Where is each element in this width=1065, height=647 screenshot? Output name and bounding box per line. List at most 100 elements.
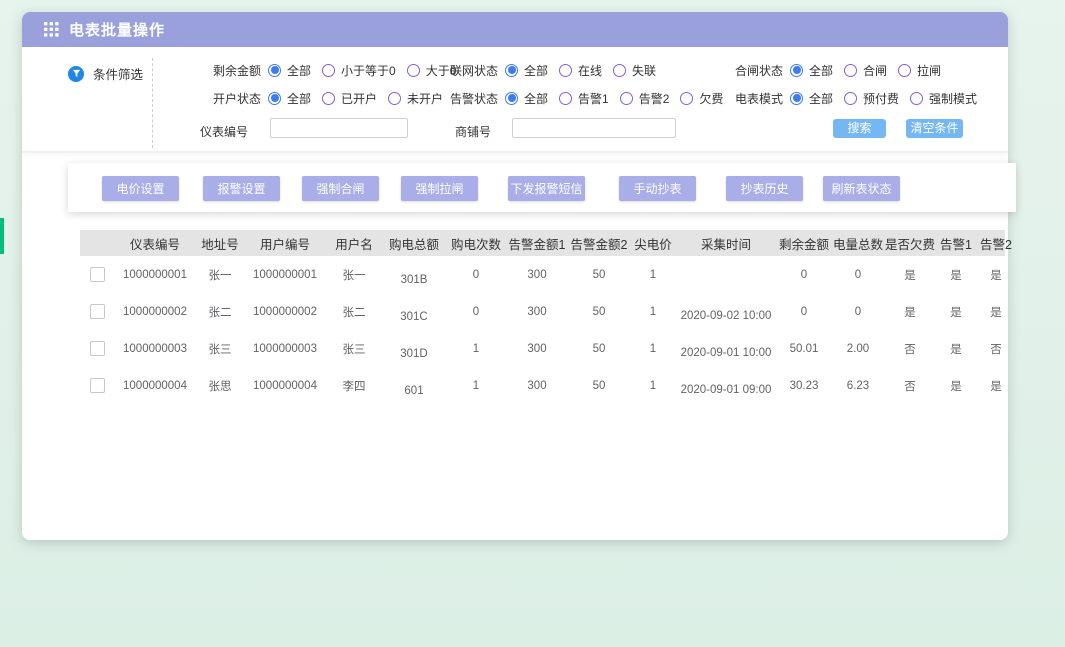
radio-option-3-2[interactable]: 告警2	[620, 90, 670, 107]
radio-icon[interactable]	[910, 92, 923, 105]
table-cell: 是	[976, 378, 1016, 394]
radio-option-5-0[interactable]: 全部	[790, 90, 833, 107]
radio-option-5-1[interactable]: 预付费	[844, 90, 899, 107]
radio-option-4-1[interactable]: 合闸	[844, 62, 887, 79]
action-button-meter-reading-history[interactable]: 抄表历史	[726, 176, 803, 201]
column-header: 采集时间	[676, 234, 776, 253]
radio-option-2-2[interactable]: 失联	[613, 62, 656, 79]
row-checkbox[interactable]	[90, 378, 105, 393]
filter-column-0: 剩余金额全部小于等于0大于0开户状态全部已开户未开户	[213, 56, 450, 112]
radio-option-label: 强制模式	[929, 90, 977, 107]
action-button-force-close-switch[interactable]: 强制合闸	[302, 176, 379, 201]
column-header: 告警金额1	[506, 234, 568, 253]
action-button-force-open-switch[interactable]: 强制拉闸	[401, 176, 478, 201]
table-cell: 张一	[326, 267, 382, 283]
filter-icon	[68, 66, 84, 82]
filter-group-5: 电表模式全部预付费强制模式	[735, 84, 988, 112]
row-checkbox-cell	[80, 267, 114, 282]
radio-option-0-1[interactable]: 小于等于0	[322, 62, 396, 79]
filter-section-header: 条件筛选	[68, 64, 143, 83]
radio-icon[interactable]	[680, 92, 693, 105]
action-button-send-alarm-sms[interactable]: 下发报警短信	[508, 176, 585, 201]
action-button-alarm-settings[interactable]: 报警设置	[203, 176, 280, 201]
radio-icon[interactable]	[844, 64, 857, 77]
column-header: 电量总数	[832, 234, 884, 253]
table-cell: 1	[446, 380, 506, 392]
radio-option-3-3[interactable]: 欠费	[680, 90, 723, 107]
radio-icon[interactable]	[559, 64, 572, 77]
filter-group-label: 开户状态	[213, 90, 261, 107]
filter-group-2: 联网状态全部在线失联	[450, 56, 735, 84]
table-cell: 0	[446, 306, 506, 318]
radio-option-2-0[interactable]: 全部	[505, 62, 548, 79]
radio-selected-icon[interactable]	[268, 64, 281, 77]
radio-icon[interactable]	[407, 64, 420, 77]
table-cell: 是	[936, 341, 976, 357]
radio-selected-icon[interactable]	[790, 92, 803, 105]
radio-option-label: 失联	[632, 62, 656, 79]
grid-menu-icon[interactable]	[44, 22, 59, 37]
radio-option-label: 全部	[809, 90, 833, 107]
radio-option-label: 全部	[809, 62, 833, 79]
table-header-row: 仪表编号地址号用户编号用户名购电总额购电次数告警金额1告警金额2尖电价采集时间剩…	[80, 230, 1005, 256]
column-header: 用户名	[326, 234, 382, 253]
table-cell: 1000000001	[244, 269, 326, 281]
radio-icon[interactable]	[322, 64, 335, 77]
row-checkbox-cell	[80, 304, 114, 319]
main-card: 电表批量操作 条件筛选 剩余金额全部小于等于0大于0开户状态全部已开户未开户联网…	[22, 12, 1008, 540]
table-cell: 0	[776, 269, 832, 281]
row-checkbox[interactable]	[90, 267, 105, 282]
radio-option-1-1[interactable]: 已开户	[322, 90, 377, 107]
radio-option-3-0[interactable]: 全部	[505, 90, 548, 107]
batch-action-bar: 电价设置报警设置强制合闸强制拉闸 下发报警短信 手动抄表 抄表历史刷新表状态	[68, 163, 1016, 212]
radio-option-label: 未开户	[407, 90, 443, 107]
clear-conditions-button[interactable]: 清空条件	[906, 119, 963, 138]
filter-column-2: 合闸状态全部合闸拉闸电表模式全部预付费强制模式	[735, 56, 988, 112]
radio-option-label: 告警2	[639, 90, 670, 107]
table-cell: 2020-09-01 09:00	[676, 384, 776, 396]
radio-selected-icon[interactable]	[505, 64, 518, 77]
table-cell: 0	[446, 269, 506, 281]
radio-selected-icon[interactable]	[790, 64, 803, 77]
radio-option-0-2[interactable]: 大于0	[407, 62, 457, 79]
table-cell: 是	[936, 378, 976, 394]
row-checkbox[interactable]	[90, 341, 105, 356]
radio-icon[interactable]	[388, 92, 401, 105]
radio-icon[interactable]	[559, 92, 572, 105]
radio-option-2-1[interactable]: 在线	[559, 62, 602, 79]
meter-table: 仪表编号地址号用户编号用户名购电总额购电次数告警金额1告警金额2尖电价采集时间剩…	[80, 230, 1005, 404]
table-row: 1000000004张思1000000004李四60113005012020-0…	[80, 367, 1005, 404]
action-button-manual-meter-reading[interactable]: 手动抄表	[619, 176, 696, 201]
radio-option-0-0[interactable]: 全部	[268, 62, 311, 79]
radio-selected-icon[interactable]	[505, 92, 518, 105]
row-checkbox-cell	[80, 378, 114, 393]
table-cell: 50	[568, 380, 630, 392]
radio-option-1-2[interactable]: 未开户	[388, 90, 443, 107]
table-row: 1000000003张三1000000003张三301D13005012020-…	[80, 330, 1005, 367]
radio-option-3-1[interactable]: 告警1	[559, 90, 609, 107]
radio-icon[interactable]	[620, 92, 633, 105]
radio-selected-icon[interactable]	[268, 92, 281, 105]
meter-number-input[interactable]	[270, 118, 408, 138]
radio-option-1-0[interactable]: 全部	[268, 90, 311, 107]
radio-option-4-2[interactable]: 拉闸	[898, 62, 941, 79]
filter-group-4: 合闸状态全部合闸拉闸	[735, 56, 988, 84]
column-header: 告警1	[936, 234, 976, 253]
radio-icon[interactable]	[898, 64, 911, 77]
action-button-refresh-meter-status[interactable]: 刷新表状态	[823, 176, 900, 201]
meter-number-label: 仪表编号	[200, 123, 248, 140]
search-button[interactable]: 搜索	[833, 119, 886, 138]
table-cell: 张二	[326, 304, 382, 320]
table-cell: 否	[884, 341, 936, 357]
radio-icon[interactable]	[613, 64, 626, 77]
radio-option-5-2[interactable]: 强制模式	[910, 90, 977, 107]
row-checkbox[interactable]	[90, 304, 105, 319]
shop-number-input[interactable]	[512, 118, 676, 138]
radio-icon[interactable]	[844, 92, 857, 105]
radio-option-4-0[interactable]: 全部	[790, 62, 833, 79]
radio-icon[interactable]	[322, 92, 335, 105]
table-cell: 是	[936, 304, 976, 320]
action-button-price-settings[interactable]: 电价设置	[102, 176, 179, 201]
table-row: 1000000002张二1000000002张二301C03005012020-…	[80, 293, 1005, 330]
table-cell: 0	[832, 306, 884, 318]
